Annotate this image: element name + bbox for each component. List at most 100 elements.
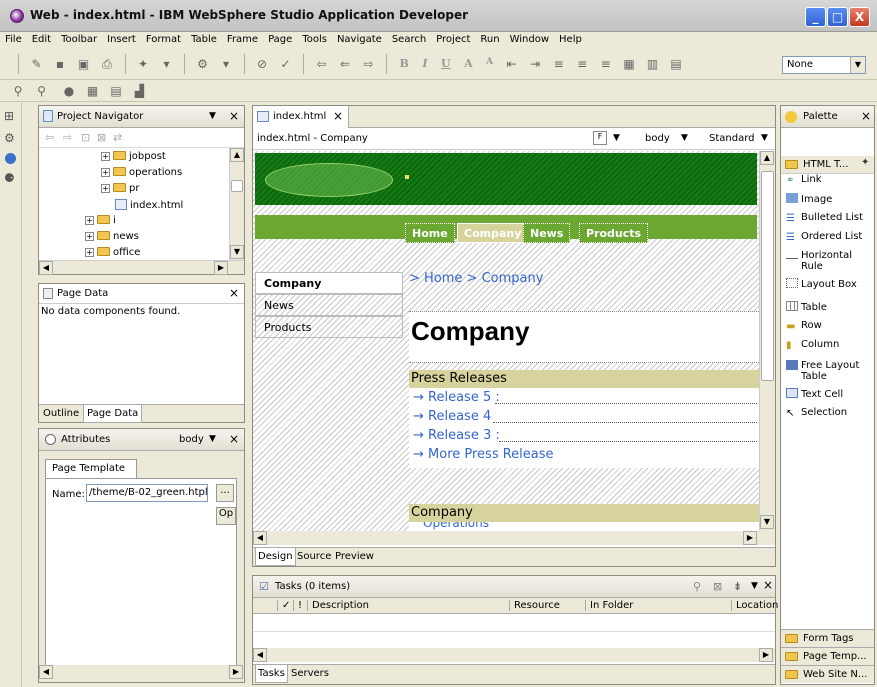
align-right-icon[interactable]: ≡ (598, 56, 614, 72)
tab-page-data[interactable]: Page Data (83, 405, 143, 423)
release-5-link[interactable]: → Release 5 : (413, 390, 500, 405)
scroll-down-icon[interactable]: ▼ (760, 515, 774, 529)
palette-item-bulleted-list[interactable]: ☰ Bulleted List (786, 212, 863, 224)
scroll-right-icon[interactable]: ▶ (743, 531, 757, 545)
palette-item-selection[interactable]: ↖ Selection (786, 407, 847, 419)
forward-icon[interactable]: ⇨ (361, 56, 377, 72)
chevron-down-icon[interactable]: ▼ (681, 133, 688, 143)
back-icon[interactable]: ⇦ (45, 131, 54, 144)
sort-icon[interactable]: ⇟ (733, 580, 742, 593)
navigator-vscrollbar[interactable]: ▲ ▼ (229, 148, 244, 260)
tree-item-i[interactable]: + i (85, 215, 116, 226)
close-icon[interactable]: × (861, 109, 871, 123)
menu-edit[interactable]: Edit (27, 32, 56, 45)
palette-item-column[interactable]: ▮ Column (786, 339, 839, 351)
menu-project[interactable]: Project (431, 32, 475, 45)
expand-icon[interactable]: + (101, 152, 110, 161)
dot-icon[interactable]: ● (61, 83, 77, 99)
menu-help[interactable]: Help (554, 32, 587, 45)
column-done[interactable]: ✓ (277, 600, 290, 611)
attributes-hscrollbar[interactable]: ◀ ▶ (39, 665, 244, 680)
release-3-link[interactable]: → Release 3 : (413, 428, 500, 443)
grid-icon[interactable]: ▦ (85, 83, 101, 99)
release-4-link[interactable]: → Release 4 (413, 409, 491, 424)
menu-tools[interactable]: Tools (297, 32, 332, 45)
maximize-button[interactable]: □ (827, 7, 848, 27)
chevron-down-icon[interactable]: ▼ (761, 133, 768, 143)
back-alt-icon[interactable]: ⇐ (337, 56, 353, 72)
chart-icon[interactable]: ▟ (132, 83, 148, 99)
menu-page[interactable]: Page (263, 32, 297, 45)
menu-format[interactable]: Format (141, 32, 186, 45)
menu-toolbar[interactable]: Toolbar (56, 32, 102, 45)
operations-link[interactable]: Operations (423, 522, 489, 530)
perspective-web-icon[interactable]: ⚙ (4, 131, 15, 145)
globe-icon[interactable] (5, 153, 16, 164)
column-resource[interactable]: Resource (509, 600, 560, 611)
row-icon[interactable]: ▤ (668, 56, 684, 72)
palette-item-link[interactable]: ⚭ Link (786, 174, 821, 186)
menu-run[interactable]: Run (475, 32, 504, 45)
view-menu-icon[interactable]: ▼ (751, 581, 758, 591)
collapse-icon[interactable]: ⊠ (97, 131, 106, 144)
scroll-left-icon[interactable]: ◀ (253, 531, 267, 545)
column-priority[interactable]: ! (293, 600, 302, 611)
editor-vscrollbar[interactable]: ▲ ▼ (759, 151, 775, 531)
tab-outline[interactable]: Outline (43, 408, 79, 419)
tasks-hscrollbar[interactable]: ◀ ▶ (253, 648, 775, 662)
save-icon[interactable]: ▪ (52, 56, 68, 72)
scroll-left-icon[interactable]: ◀ (39, 665, 53, 679)
dropdown-icon[interactable]: ▾ (159, 56, 175, 72)
tree-item-pr[interactable]: + pr (101, 183, 139, 194)
scroll-right-icon[interactable]: ▶ (759, 648, 773, 662)
expand-icon[interactable]: + (101, 184, 110, 193)
table-icon[interactable]: ▦ (621, 56, 637, 72)
new-icon[interactable]: ✎ (29, 56, 45, 72)
tree-item-jobpost[interactable]: + jobpost (101, 151, 166, 162)
breadcrumb[interactable]: > Home > Company (409, 271, 543, 286)
scroll-thumb[interactable] (231, 180, 243, 192)
minimize-button[interactable]: _ (805, 7, 826, 27)
layout-icon[interactable]: ▤ (108, 83, 124, 99)
back-icon[interactable]: ⇦ (314, 56, 330, 72)
font-larger-button[interactable]: A (464, 57, 473, 70)
frame-icon[interactable]: F (593, 131, 607, 145)
palette-item-ordered-list[interactable]: ☰ Ordered List (786, 231, 862, 243)
palette-item-image[interactable]: Image (786, 193, 832, 205)
nav-company[interactable]: Company (457, 223, 529, 243)
style-combo[interactable]: None ▼ (782, 56, 866, 74)
tree-item-operations[interactable]: + operations (101, 167, 182, 178)
pin-alt-icon[interactable]: ⚲ (34, 83, 50, 99)
scroll-down-icon[interactable]: ▼ (230, 245, 244, 259)
open-button[interactable]: Op (216, 507, 236, 525)
underline-button[interactable]: U (441, 57, 451, 70)
expand-icon[interactable]: + (85, 216, 94, 225)
delete-icon[interactable]: ⊠ (713, 580, 722, 593)
column-icon[interactable]: ▥ (645, 56, 661, 72)
align-center-icon[interactable]: ≡ (574, 56, 590, 72)
close-icon[interactable]: × (333, 109, 343, 123)
palette-item-horizontal-rule[interactable]: Horizontal Rule (786, 250, 861, 272)
pin-icon[interactable]: ✦ (861, 157, 869, 168)
align-left-icon[interactable]: ≡ (551, 56, 567, 72)
sidenav-products[interactable]: Products (255, 316, 403, 338)
tab-preview[interactable]: Preview (335, 551, 374, 562)
menu-table[interactable]: Table (186, 32, 222, 45)
view-menu-icon[interactable]: ▼ (209, 111, 216, 121)
expand-icon[interactable]: + (85, 232, 94, 241)
sidenav-news[interactable]: News (255, 294, 403, 316)
scroll-up-icon[interactable]: ▲ (760, 151, 774, 165)
menu-file[interactable]: File (0, 32, 27, 45)
tab-tasks[interactable]: Tasks (255, 665, 288, 683)
run-icon[interactable]: ⚙ (195, 56, 211, 72)
scroll-left-icon[interactable]: ◀ (253, 648, 267, 662)
tab-source[interactable]: Source (297, 551, 331, 562)
italic-button[interactable]: I (422, 57, 427, 70)
palette-item-row[interactable]: ▬ Row (786, 320, 822, 332)
tree-item-index-html[interactable]: index.html (115, 199, 183, 211)
palette-drawer-web-site-nav[interactable]: Web Site N... (781, 665, 874, 683)
expand-icon[interactable]: + (85, 248, 94, 257)
menu-insert[interactable]: Insert (102, 32, 141, 45)
save-all-icon[interactable]: ▣ (76, 56, 92, 72)
palette-drawer-page-template[interactable]: Page Temp... (781, 647, 874, 665)
